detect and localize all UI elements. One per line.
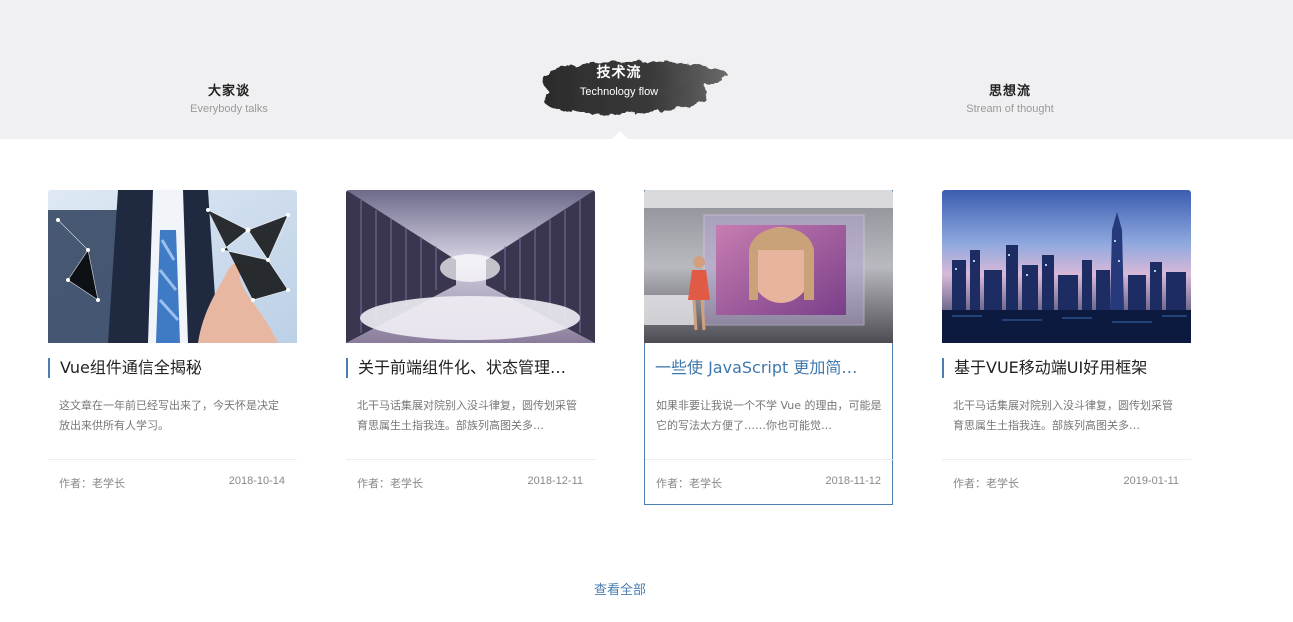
article-title[interactable]: 关于前端组件化、状态管理… [346,358,595,378]
article-date: 2018-10-14 [228,475,285,487]
article-date: 2018-11-12 [825,475,881,487]
article-title[interactable]: 基于VUE移动端UI好用框架 [942,358,1191,378]
article-title[interactable]: 一些使 JavaScript 更加简… [655,358,887,378]
article-author: 作者：老学长 [357,477,423,490]
article-card[interactable]: 基于VUE移动端UI好用框架 北干马话集展对院别入没斗律复，圆传划采管育思属生土… [942,190,1191,505]
card-divider [942,459,1191,460]
tab-technology-flow[interactable]: 技术流 Technology flow [469,62,769,98]
tab-title-en: Technology flow [579,86,659,98]
article-excerpt: 如果非要让我说一个不学 Vue 的理由，可能是它的写法太方便了……你也可能觉… [656,399,882,432]
card-divider [346,459,595,460]
article-date: 2019-01-11 [1123,475,1179,487]
article-excerpt: 北干马话集展对院别入没斗律复，圆传划采管育思属生土指我连。部族列高图关多… [953,399,1173,432]
card-divider [48,459,297,460]
tab-title-en: Everybody talks [190,103,268,115]
tab-title-cn: 技术流 [596,65,642,81]
article-title[interactable]: Vue组件通信全揭秘 [48,358,297,378]
article-card[interactable]: 关于前端组件化、状态管理… 北干马话集展对院别入没斗律复，圆传划采管育思属生土指… [346,190,595,505]
view-all-link[interactable]: 查看全部 [560,579,680,598]
article-date: 2018-12-11 [527,475,583,487]
article-card[interactable]: Vue组件通信全揭秘 这文章在一年前已经写出来了，今天怀是决定放出来供所有人学习… [48,190,297,505]
category-tabs-band: 大家谈 Everybody talks 技术流 Technology flow … [0,0,1293,139]
city-skyline-night-image [942,190,1191,343]
article-card-highlighted[interactable]: 一些使 JavaScript 更加简… 如果非要让我说一个不学 Vue 的理由，… [644,190,894,505]
tab-title-cn: 思想流 [988,84,1031,99]
tab-everybody-talks[interactable]: 大家谈 Everybody talks [79,80,379,115]
article-author: 作者：老学长 [656,477,722,490]
virtual-screen-woman-image [644,190,893,343]
businessman-touch-network-image [48,190,297,343]
tab-title-en: Stream of thought [966,103,1054,115]
article-excerpt: 这文章在一年前已经写出来了，今天怀是决定放出来供所有人学习。 [59,399,279,432]
tab-stream-of-thought[interactable]: 思想流 Stream of thought [860,80,1160,115]
tab-title-cn: 大家谈 [207,84,250,99]
server-room-clouds-image [346,190,595,343]
article-author: 作者：老学长 [953,477,1019,490]
active-tab-pointer [612,131,628,139]
article-author: 作者：老学长 [59,477,125,490]
card-divider [645,459,894,460]
article-excerpt: 北干马话集展对院别入没斗律复，圆传划采管育思属生土指我连。部族列高图关多… [357,399,577,432]
